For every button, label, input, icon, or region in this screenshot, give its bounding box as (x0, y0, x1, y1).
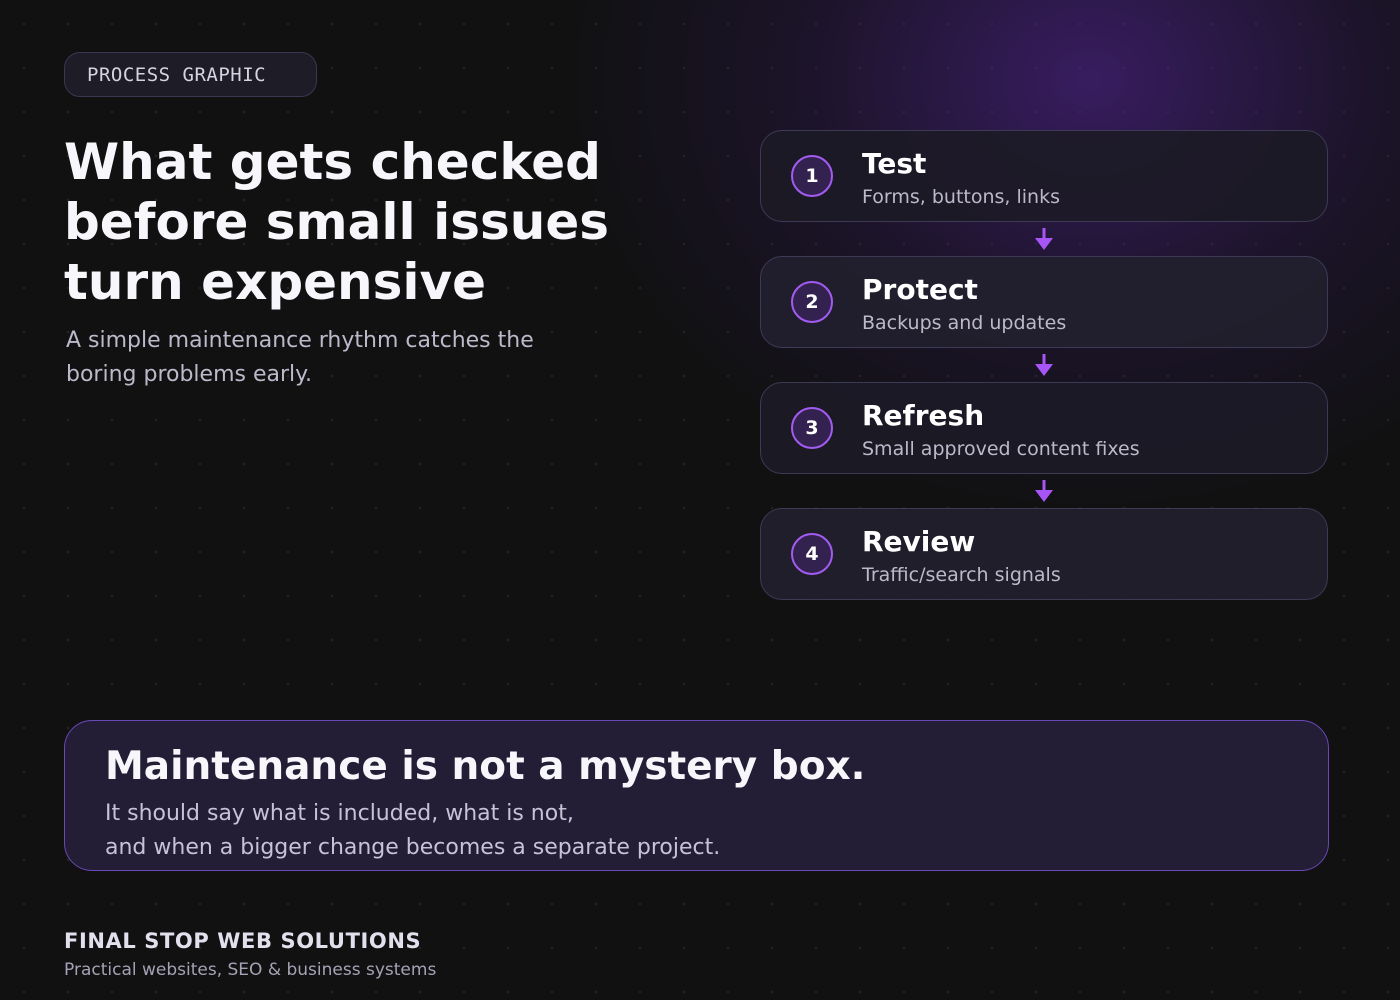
arrow-down-icon (1035, 480, 1053, 502)
callout-body-line: and when a bigger change becomes a separ… (105, 835, 721, 860)
step-title: Refresh (862, 399, 985, 432)
section-tag: PROCESS GRAPHIC (64, 52, 317, 97)
callout-body-line: It should say what is included, what is … (105, 801, 574, 826)
page-subhead: A simple maintenance rhythm catches the … (66, 328, 534, 387)
step-card-protect: 2 Protect Backups and updates (760, 256, 1328, 348)
page-headline: What gets checked before small issues tu… (64, 133, 609, 311)
step-description: Forms, buttons, links (862, 186, 1060, 208)
step-connector (760, 348, 1328, 382)
step-description: Traffic/search signals (862, 564, 1061, 586)
step-connector (760, 222, 1328, 256)
step-description: Backups and updates (862, 312, 1067, 334)
callout-box: Maintenance is not a mystery box. It sho… (64, 720, 1329, 871)
step-card-refresh: 3 Refresh Small approved content fixes (760, 382, 1328, 474)
brand-name: FINAL STOP WEB SOLUTIONS (64, 929, 422, 953)
step-number-badge: 2 (791, 281, 833, 323)
callout-title: Maintenance is not a mystery box. (105, 744, 866, 789)
step-title: Test (862, 147, 927, 180)
brand-tagline: Practical websites, SEO & business syste… (64, 960, 437, 980)
arrow-down-icon (1035, 354, 1053, 376)
step-title: Protect (862, 273, 978, 306)
process-steps: 1 Test Forms, buttons, links 2 Protect B… (760, 130, 1328, 600)
step-number-badge: 1 (791, 155, 833, 197)
callout-body: It should say what is included, what is … (105, 797, 720, 865)
step-number-badge: 4 (791, 533, 833, 575)
step-connector (760, 474, 1328, 508)
step-card-test: 1 Test Forms, buttons, links (760, 130, 1328, 222)
step-card-review: 4 Review Traffic/search signals (760, 508, 1328, 600)
step-title: Review (862, 525, 976, 558)
arrow-down-icon (1035, 228, 1053, 250)
step-description: Small approved content fixes (862, 438, 1140, 460)
step-number-badge: 3 (791, 407, 833, 449)
